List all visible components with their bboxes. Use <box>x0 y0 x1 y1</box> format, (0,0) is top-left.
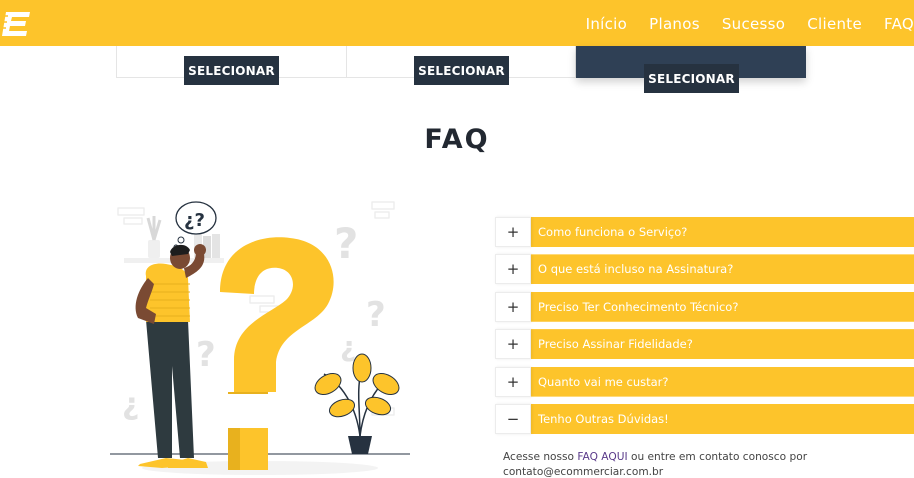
faq-accordion: + Como funciona o Serviço? + O que está … <box>495 217 914 441</box>
faq-question-label[interactable]: Como funciona o Serviço? <box>538 217 687 247</box>
nav-link-planos[interactable]: Planos <box>649 15 700 33</box>
faq-answer-outras-duvidas: Acesse nosso FAQ AQUI ou entre em contat… <box>495 450 914 478</box>
faq-item-conhecimento[interactable]: + Preciso Ter Conhecimento Técnico? <box>495 291 914 322</box>
expand-plus-icon[interactable]: + <box>495 254 531 285</box>
faq-heading: FAQ <box>424 124 490 155</box>
select-plan-1-button[interactable]: SELECIONAR <box>184 56 279 85</box>
select-plan-3-button[interactable]: SELECIONAR <box>644 64 739 93</box>
svg-text:?: ? <box>334 219 358 268</box>
expand-plus-icon[interactable]: + <box>495 329 531 360</box>
nav-link-faq[interactable]: FAQ <box>884 15 914 33</box>
answer-text-prefix: Acesse nosso <box>503 451 578 463</box>
svg-text:?: ? <box>196 335 216 375</box>
top-header: Início Planos Sucesso Cliente FAQ <box>0 0 914 46</box>
expand-plus-icon[interactable]: + <box>495 291 531 322</box>
select-plan-2-button[interactable]: SELECIONAR <box>414 56 509 85</box>
faq-question-label[interactable]: Tenho Outras Dúvidas! <box>538 404 669 434</box>
contact-email: contato@ecommerciar.com.br <box>503 466 664 478</box>
faq-question-label[interactable]: Quanto vai me custar? <box>538 367 669 397</box>
nav-link-cliente[interactable]: Cliente <box>807 15 862 33</box>
main-nav: Início Planos Sucesso Cliente FAQ <box>586 12 914 36</box>
faq-item-como-funciona[interactable]: + Como funciona o Serviço? <box>495 217 914 247</box>
faq-question-label[interactable]: Preciso Ter Conhecimento Técnico? <box>538 292 738 322</box>
faq-item-assinatura[interactable]: + O que está incluso na Assinatura? <box>495 254 914 285</box>
faq-link[interactable]: FAQ AQUI <box>577 451 627 463</box>
answer-text-suffix: ou entre em contato conosco por <box>627 451 808 463</box>
svg-text:¿: ¿ <box>122 387 139 422</box>
svg-text:¿?: ¿? <box>184 210 205 231</box>
faq-item-outras-duvidas[interactable]: − Tenho Outras Dúvidas! <box>495 403 914 434</box>
ecommerce-e-logo[interactable] <box>2 10 32 38</box>
svg-text:?: ? <box>366 295 386 335</box>
expand-plus-icon[interactable]: + <box>495 366 531 397</box>
svg-text:¿: ¿ <box>340 330 356 363</box>
faq-item-custo[interactable]: + Quanto vai me custar? <box>495 366 914 397</box>
faq-item-fidelidade[interactable]: + Preciso Assinar Fidelidade? <box>495 329 914 360</box>
collapse-minus-icon[interactable]: − <box>495 403 531 434</box>
nav-link-sucesso[interactable]: Sucesso <box>722 15 785 33</box>
expand-plus-icon[interactable]: + <box>495 217 531 247</box>
faq-question-label[interactable]: O que está incluso na Assinatura? <box>538 254 733 284</box>
faq-question-label[interactable]: Preciso Assinar Fidelidade? <box>538 329 693 359</box>
nav-link-inicio[interactable]: Início <box>586 15 628 33</box>
question-person-illustration: ? ? ? ¿ ¿ ¿? <box>110 201 410 475</box>
